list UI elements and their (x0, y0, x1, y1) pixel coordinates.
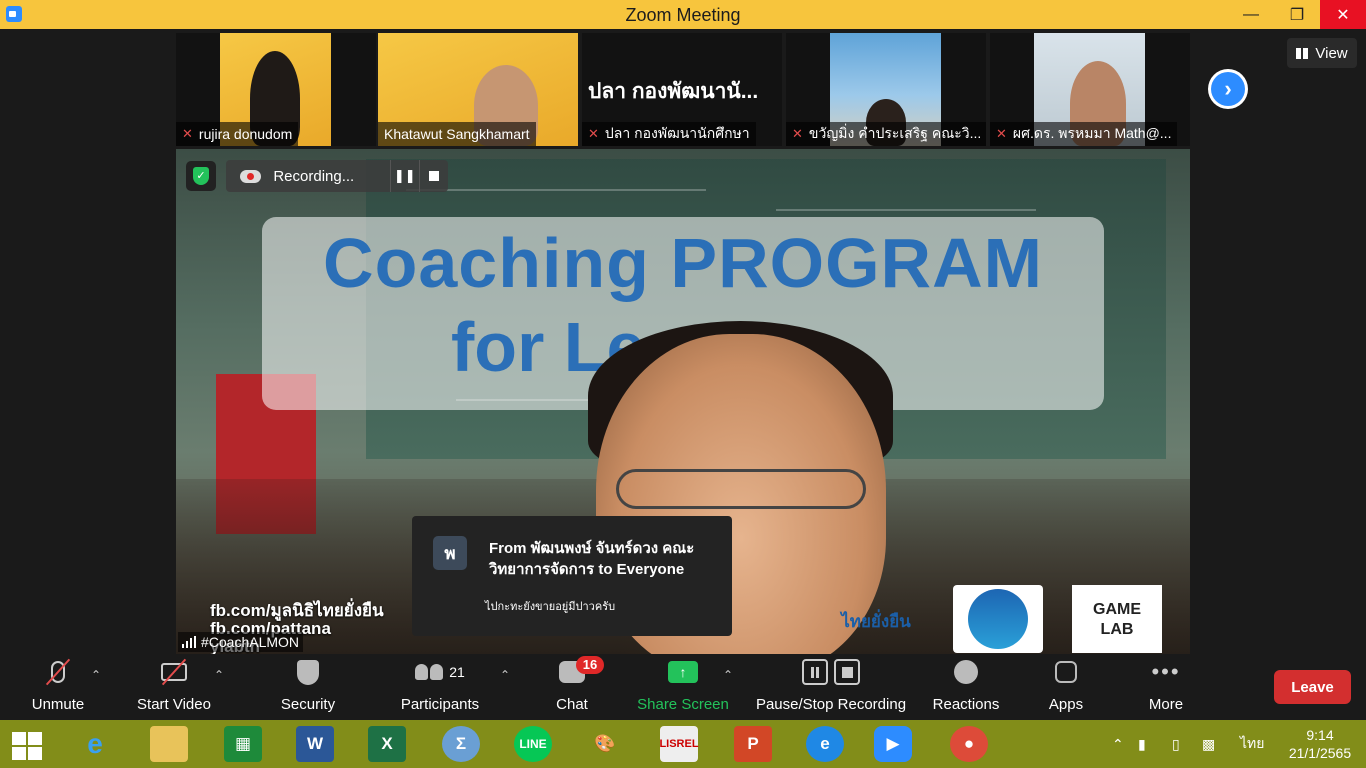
shield-icon (297, 659, 319, 685)
store-icon[interactable]: ▦ (224, 726, 262, 762)
encryption-badge[interactable]: ✓ (186, 161, 216, 191)
window-title: Zoom Meeting (625, 5, 741, 25)
grid-icon (1296, 47, 1310, 59)
reactions-icon (954, 660, 978, 684)
file-explorer-icon[interactable] (150, 726, 188, 762)
system-clock[interactable]: 9:14 21/1/2565 (1275, 726, 1365, 762)
speaker-glasses (616, 469, 866, 509)
participants-button[interactable]: 21 Participants (396, 654, 484, 720)
apps-button[interactable]: Apps (1036, 654, 1096, 720)
chevron-right-icon: › (1211, 72, 1245, 106)
leave-button[interactable]: Leave (1274, 670, 1351, 704)
windows-taskbar: e ▦ W X Σ LINE 🎨 LISREL P e ▶ ● ⌃ ▮ ▯ ▩ … (0, 720, 1366, 768)
reactions-button[interactable]: Reactions (928, 654, 1004, 720)
stop-recording-button[interactable] (418, 160, 448, 192)
stop-icon (834, 659, 860, 685)
shield-check-icon: ✓ (193, 167, 209, 185)
chat-unread-badge: 16 (576, 656, 604, 674)
close-button[interactable]: ✕ (1320, 0, 1366, 29)
participant-tile[interactable]: ✕ ขวัญมิ่ง คำประเสริฐ คณะวิ... (786, 33, 986, 146)
sender-avatar: พ (433, 536, 467, 570)
paint-icon[interactable]: 🎨 (586, 726, 624, 762)
chat-notification[interactable]: พ From พัฒนพงษ์ จันทร์ดวง คณะวิทยาการจัด… (412, 516, 732, 636)
security-button[interactable]: Security (270, 654, 346, 720)
chat-button[interactable]: 16 Chat (545, 654, 604, 720)
more-dots-icon: ••• (1151, 659, 1181, 684)
pause-recording-button[interactable]: ❚❚ (389, 160, 419, 192)
chat-message: ไปกะทะยังขายอยู่มีปาวครับ (485, 601, 616, 613)
windows-start-button[interactable] (12, 732, 44, 760)
participant-tile[interactable]: ✕ ผศ.ดร. พรหมมา Math@... (990, 33, 1190, 146)
pause-icon (802, 659, 828, 685)
muted-mic-icon: ✕ (182, 126, 193, 141)
stop-icon (428, 171, 439, 181)
video-options-caret[interactable]: ⌃ (214, 668, 224, 682)
audio-options-caret[interactable]: ⌃ (91, 668, 101, 682)
word-icon[interactable]: W (296, 726, 334, 762)
chalk-line (776, 209, 1036, 211)
thai-sustainable-logo: ไทยยั่งยืน (841, 612, 911, 631)
participants-icon (415, 664, 444, 680)
participant-name: Khatawut Sangkhamart (378, 122, 536, 146)
network-icon[interactable]: ▩ (1202, 720, 1215, 768)
lisrel-icon[interactable]: LISREL (659, 726, 699, 762)
title-bar: Zoom Meeting — ❐ ✕ (0, 0, 1366, 29)
apps-icon (1055, 661, 1077, 683)
participants-count: 21 (449, 664, 465, 680)
participants-options-caret[interactable]: ⌃ (500, 668, 510, 682)
internet-explorer-icon[interactable]: e (76, 726, 114, 762)
gallery-strip: ✕ rujira donudom Khatawut Sangkhamart ปล… (0, 29, 1366, 149)
maximize-button[interactable]: ❐ (1274, 0, 1320, 29)
participant-tile[interactable]: ✕ rujira donudom (176, 33, 376, 146)
more-button[interactable]: ••• More (1136, 654, 1196, 720)
line-app-icon[interactable]: LINE (514, 726, 552, 762)
view-button[interactable]: View (1287, 38, 1357, 68)
gallery-next-button[interactable]: › (1208, 69, 1248, 109)
muted-mic-icon: ✕ (588, 126, 599, 141)
zoom-meeting-screen: Zoom Meeting — ❐ ✕ ✕ rujira donudom Khat… (0, 0, 1366, 768)
signal-icon (182, 636, 196, 648)
edge-icon[interactable]: e (806, 726, 844, 762)
show-hidden-icons[interactable]: ⌃ (1112, 720, 1124, 768)
participant-name: ✕ rujira donudom (176, 122, 299, 146)
unmute-button[interactable]: Unmute (20, 654, 96, 720)
participant-name: ✕ ปลา กองพัฒนานักศึกษา (582, 122, 756, 146)
muted-mic-icon: ✕ (792, 126, 803, 141)
pause-icon: ❚❚ (393, 168, 416, 183)
math-input-icon[interactable]: Σ (442, 726, 480, 762)
zoom-taskbar-icon[interactable]: ▶ (874, 726, 912, 762)
participant-video-name: ปลา กองพัฒนานั... (588, 80, 759, 103)
chalk-line (406, 189, 706, 191)
excel-icon[interactable]: X (368, 726, 406, 762)
pause-stop-recording-button[interactable]: Pause/Stop Recording (752, 654, 910, 720)
game-lab-logo: GAME LAB (1072, 585, 1162, 653)
powerpoint-icon[interactable]: P (734, 726, 772, 762)
participant-name: ✕ ผศ.ดร. พรหมมา Math@... (990, 122, 1178, 146)
self-name-tag: #CoachALMON (178, 632, 304, 652)
input-language[interactable]: ไทย (1240, 720, 1264, 768)
recording-indicator: Recording... ❚❚ (226, 160, 448, 192)
share-screen-button[interactable]: ↑ Share Screen (636, 654, 730, 720)
signal-tray-icon[interactable]: ▮ (1138, 720, 1146, 768)
participant-tile[interactable]: ปลา กองพัฒนานั... ✕ ปลา กองพัฒนานักศึกษา (582, 33, 782, 146)
start-video-button[interactable]: Start Video (128, 654, 220, 720)
cloud-record-icon (240, 169, 262, 183)
chrome-icon[interactable]: ● (950, 726, 988, 762)
circle-logo (953, 585, 1043, 653)
chat-sender: From พัฒนพงษ์ จันทร์ดวง คณะวิทยาการจัดกา… (489, 540, 695, 578)
meeting-toolbar: Unmute ⌃ Start Video ⌃ Security 21 Parti… (0, 654, 1366, 720)
participant-name: ✕ ขวัญมิ่ง คำประเสริฐ คณะวิ... (786, 122, 986, 146)
share-screen-icon: ↑ (668, 661, 698, 683)
muted-mic-icon: ✕ (996, 126, 1007, 141)
battery-icon[interactable]: ▯ (1172, 720, 1180, 768)
share-options-caret[interactable]: ⌃ (723, 668, 733, 682)
slide-title-line1: Coaching PROGRAM (323, 224, 1043, 302)
minimize-button[interactable]: — (1228, 0, 1274, 29)
participant-tile[interactable]: Khatawut Sangkhamart (378, 33, 578, 146)
recording-label: Recording... (273, 167, 355, 185)
